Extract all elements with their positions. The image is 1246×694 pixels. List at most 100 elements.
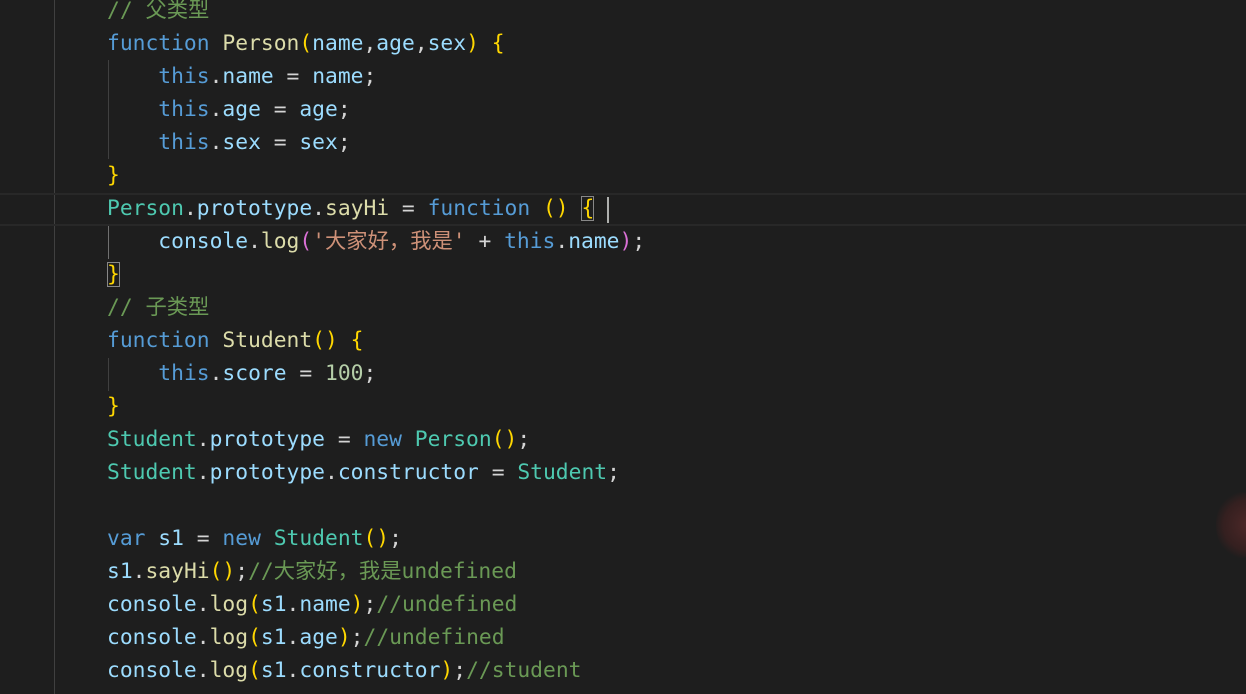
code-token-punct [107, 361, 158, 386]
code-token-operator: + [465, 229, 505, 254]
code-line[interactable]: Student.prototype.constructor = Student; [107, 456, 620, 489]
code-token-function: log [209, 658, 249, 683]
code-token-punct [210, 31, 223, 56]
code-token-punct: . [196, 592, 210, 617]
code-token-function: sayHi [325, 196, 390, 221]
code-token-comment: //undefined [363, 625, 505, 650]
code-line[interactable]: console.log(s1.name);//undefined [107, 588, 517, 621]
code-line[interactable]: console.log(s1.age);//undefined [107, 621, 505, 654]
code-token-param: name [312, 64, 364, 89]
code-token-punct: . [196, 427, 210, 452]
code-token-punct: ; [453, 658, 467, 683]
code-token-operator: = [389, 196, 428, 221]
code-line[interactable]: this.score = 100; [107, 357, 376, 390]
code-token-bracket-1: ( [299, 31, 313, 56]
code-token-bracket-1: ) [466, 31, 479, 56]
code-token-param: age [299, 97, 338, 122]
code-token-bracket-1: { [350, 328, 364, 353]
code-token-property: name [299, 592, 351, 617]
code-line[interactable]: this.sex = sex; [107, 126, 350, 159]
code-token-keyword: this [158, 64, 210, 89]
code-token-punct: . [555, 229, 569, 254]
code-token-punct [107, 64, 158, 89]
code-token-function: log [209, 592, 249, 617]
code-line[interactable]: s1.sayHi();//大家好，我是undefined [107, 555, 517, 588]
code-line[interactable]: this.age = age; [107, 93, 351, 126]
code-token-punct: ; [363, 64, 377, 89]
code-token-punct [479, 31, 492, 56]
code-token-class: Person [107, 196, 184, 221]
code-line[interactable]: console.log('大家好，我是' + this.name); [107, 225, 645, 258]
code-token-punct: . [196, 625, 210, 650]
code-token-punct: . [209, 64, 223, 89]
code-token-keyword: function [107, 328, 210, 353]
code-token-function: log [209, 625, 249, 650]
code-token-variable: console [107, 592, 197, 617]
code-token-punct [530, 196, 543, 221]
code-token-comment: //student [466, 658, 582, 683]
code-token-property: sex [222, 130, 261, 155]
code-token-keyword: this [158, 97, 210, 122]
code-token-property: constructor [337, 460, 479, 485]
code-token-variable: console [158, 229, 249, 254]
code-token-punct: . [196, 658, 210, 683]
code-token-punct [261, 526, 274, 551]
code-token-punct: . [132, 559, 146, 584]
code-line[interactable]: } [107, 258, 120, 291]
code-token-bracket-2: ( [299, 229, 313, 254]
code-line[interactable]: Student.prototype = new Person(); [107, 423, 530, 456]
code-token-punct: , [414, 31, 428, 56]
code-token-punct: . [286, 592, 300, 617]
code-token-punct: ; [337, 97, 351, 122]
code-token-param: age [376, 31, 415, 56]
code-token-keyword: this [158, 130, 210, 155]
code-token-punct: . [286, 658, 300, 683]
code-token-bracket-1: ( [248, 625, 261, 650]
code-token-variable: console [107, 625, 197, 650]
code-token-operator: = [286, 361, 325, 386]
code-token-punct: . [209, 130, 223, 155]
code-token-property: name [568, 229, 620, 254]
code-token-keyword: this [504, 229, 556, 254]
code-token-property: prototype [196, 196, 313, 221]
code-token-function: log [260, 229, 300, 254]
code-token-punct [107, 229, 158, 254]
code-token-comment: // 父类型 [107, 0, 210, 23]
code-token-operator: = [478, 460, 518, 485]
code-token-keyword: this [158, 361, 210, 386]
code-line[interactable]: this.name = name; [107, 60, 376, 93]
background-decoration [1216, 492, 1246, 558]
code-token-variable: s1 [158, 526, 184, 551]
code-line[interactable]: function Student() { [107, 324, 363, 357]
code-token-variable: s1 [260, 592, 287, 617]
code-token-punct: ; [607, 460, 620, 485]
code-token-class: Student [107, 460, 197, 485]
code-editor[interactable]: // 父类型 function Person(name,age,sex) { th… [0, 0, 1246, 694]
code-token-punct [107, 97, 158, 122]
code-token-bracket-2: ) [619, 229, 633, 254]
code-token-punct: . [325, 460, 338, 485]
code-token-punct: . [312, 196, 325, 221]
code-token-keyword: var [107, 526, 146, 551]
code-token-bracket-1: { [581, 196, 595, 221]
code-line[interactable]: var s1 = new Student(); [107, 522, 402, 555]
code-line[interactable]: // 子类型 [107, 291, 209, 324]
code-line[interactable]: } [107, 390, 120, 423]
code-token-param: name [312, 31, 364, 56]
code-token-punct [107, 130, 158, 155]
code-token-string: '大家好，我是' [312, 229, 466, 254]
code-token-operator: = [260, 97, 300, 122]
code-token-punct: ; [363, 592, 377, 617]
code-token-function: Student [222, 328, 313, 353]
code-line[interactable]: // 父类型 [107, 0, 209, 27]
code-line[interactable]: Person.prototype.sayHi = function () { [107, 192, 595, 225]
code-token-bracket-1: ) [350, 592, 364, 617]
code-token-punct: ; [389, 526, 402, 551]
code-line[interactable]: console.log(s1.constructor);//student [107, 654, 581, 687]
code-token-punct [338, 328, 351, 353]
code-token-operator: = [273, 64, 313, 89]
code-line[interactable]: } [107, 159, 120, 192]
code-token-bracket-1: } [107, 262, 120, 287]
code-line[interactable]: function Person(name,age,sex) { [107, 27, 505, 60]
code-token-class: Student [517, 460, 608, 485]
